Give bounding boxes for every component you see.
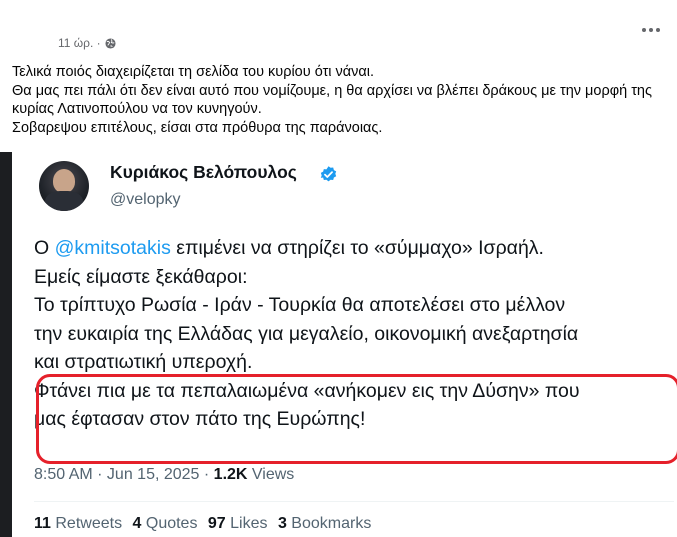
tweet-line: και στρατιωτική υπεροχή.: [34, 351, 253, 373]
tweet-text: επιμένει να στηρίζει το «σύμμαχο» Ισραήλ…: [170, 237, 544, 259]
tweet-line: Φτάνει πια με τα πεπαλαιωμένα «ανήκομεν …: [34, 379, 580, 402]
retweets-stat[interactable]: 11 Retweets: [34, 515, 122, 532]
tweet-line: την ευκαιρία της Ελλάδας για μεγαλείο, ο…: [34, 322, 579, 345]
post-text: Τελικά ποιός διαχειρίζεται τη σελίδα του…: [12, 63, 672, 138]
bookmarks-stat[interactable]: 3 Bookmarks: [278, 515, 371, 532]
tweet-meta: 8:50 AM · Jun 15, 2025 · 1.2K Views: [34, 466, 294, 484]
tweet-handle: @velopky: [110, 191, 181, 208]
tweet-stats: 11 Retweets 4 Quotes 97 Likes 3 Bookmark…: [34, 515, 377, 533]
mention-link[interactable]: @kmitsotakis: [55, 237, 171, 259]
post-text-line: Θα μας πει πάλι ότι δεν είναι αυτό που ν…: [12, 82, 652, 118]
post-text-line: Σοβαρεψου επιτέλους, είσαι στα πρόθυρα τ…: [12, 120, 383, 137]
likes-count: 97: [207, 515, 226, 532]
tweet-author-name: Κυριάκος Βελόπουλος: [110, 162, 297, 182]
post-header: 11 ώρ. ·: [0, 0, 677, 60]
tweet-line: μας έφτασαν στον πάτο της Ευρώπης!: [34, 408, 366, 430]
tweet-line: Εμείς είμαστε ξεκάθαροι:: [34, 265, 248, 288]
globe-icon: [105, 37, 116, 49]
more-options-icon[interactable]: [638, 20, 664, 40]
verified-badge-icon: [320, 166, 337, 182]
quotes-stat[interactable]: 4 Quotes: [133, 515, 198, 532]
tweet-screenshot[interactable]: Κυριάκος Βελόπουλος @velopky Ο @kmitsota…: [12, 152, 677, 537]
post-timestamp[interactable]: 11 ώρ. ·: [58, 36, 116, 50]
image-border: [0, 152, 12, 537]
retweets-count: 11: [34, 515, 51, 532]
post-text-line: Τελικά ποιός διαχειρίζεται τη σελίδα του…: [12, 64, 375, 80]
likes-label: Likes: [225, 515, 268, 532]
tweet-text: Ο: [34, 237, 55, 259]
likes-stat[interactable]: 97 Likes: [208, 515, 268, 532]
bookmarks-count: 3: [277, 515, 287, 532]
avatar: [39, 161, 89, 211]
tweet-line: Ο @kmitsotakis επιμένει να στηρίζει το «…: [34, 234, 674, 263]
bookmarks-label: Bookmarks: [286, 515, 372, 532]
tweet-time[interactable]: 8:50 AM · Jun 15, 2025 ·: [34, 466, 214, 483]
timestamp-text[interactable]: 11 ώρ. ·: [58, 36, 101, 50]
tweet-line: Το τρίπτυχο Ρωσία - Ιράν - Τουρκία θα απ…: [34, 294, 566, 316]
divider: [34, 501, 674, 502]
tweet-body: Ο @kmitsotakis επιμένει να στηρίζει το «…: [34, 234, 677, 464]
views-count: 1.2K: [213, 466, 248, 483]
retweets-label: Retweets: [50, 515, 123, 532]
quotes-label: Quotes: [141, 515, 198, 532]
views-label: Views: [247, 466, 295, 483]
